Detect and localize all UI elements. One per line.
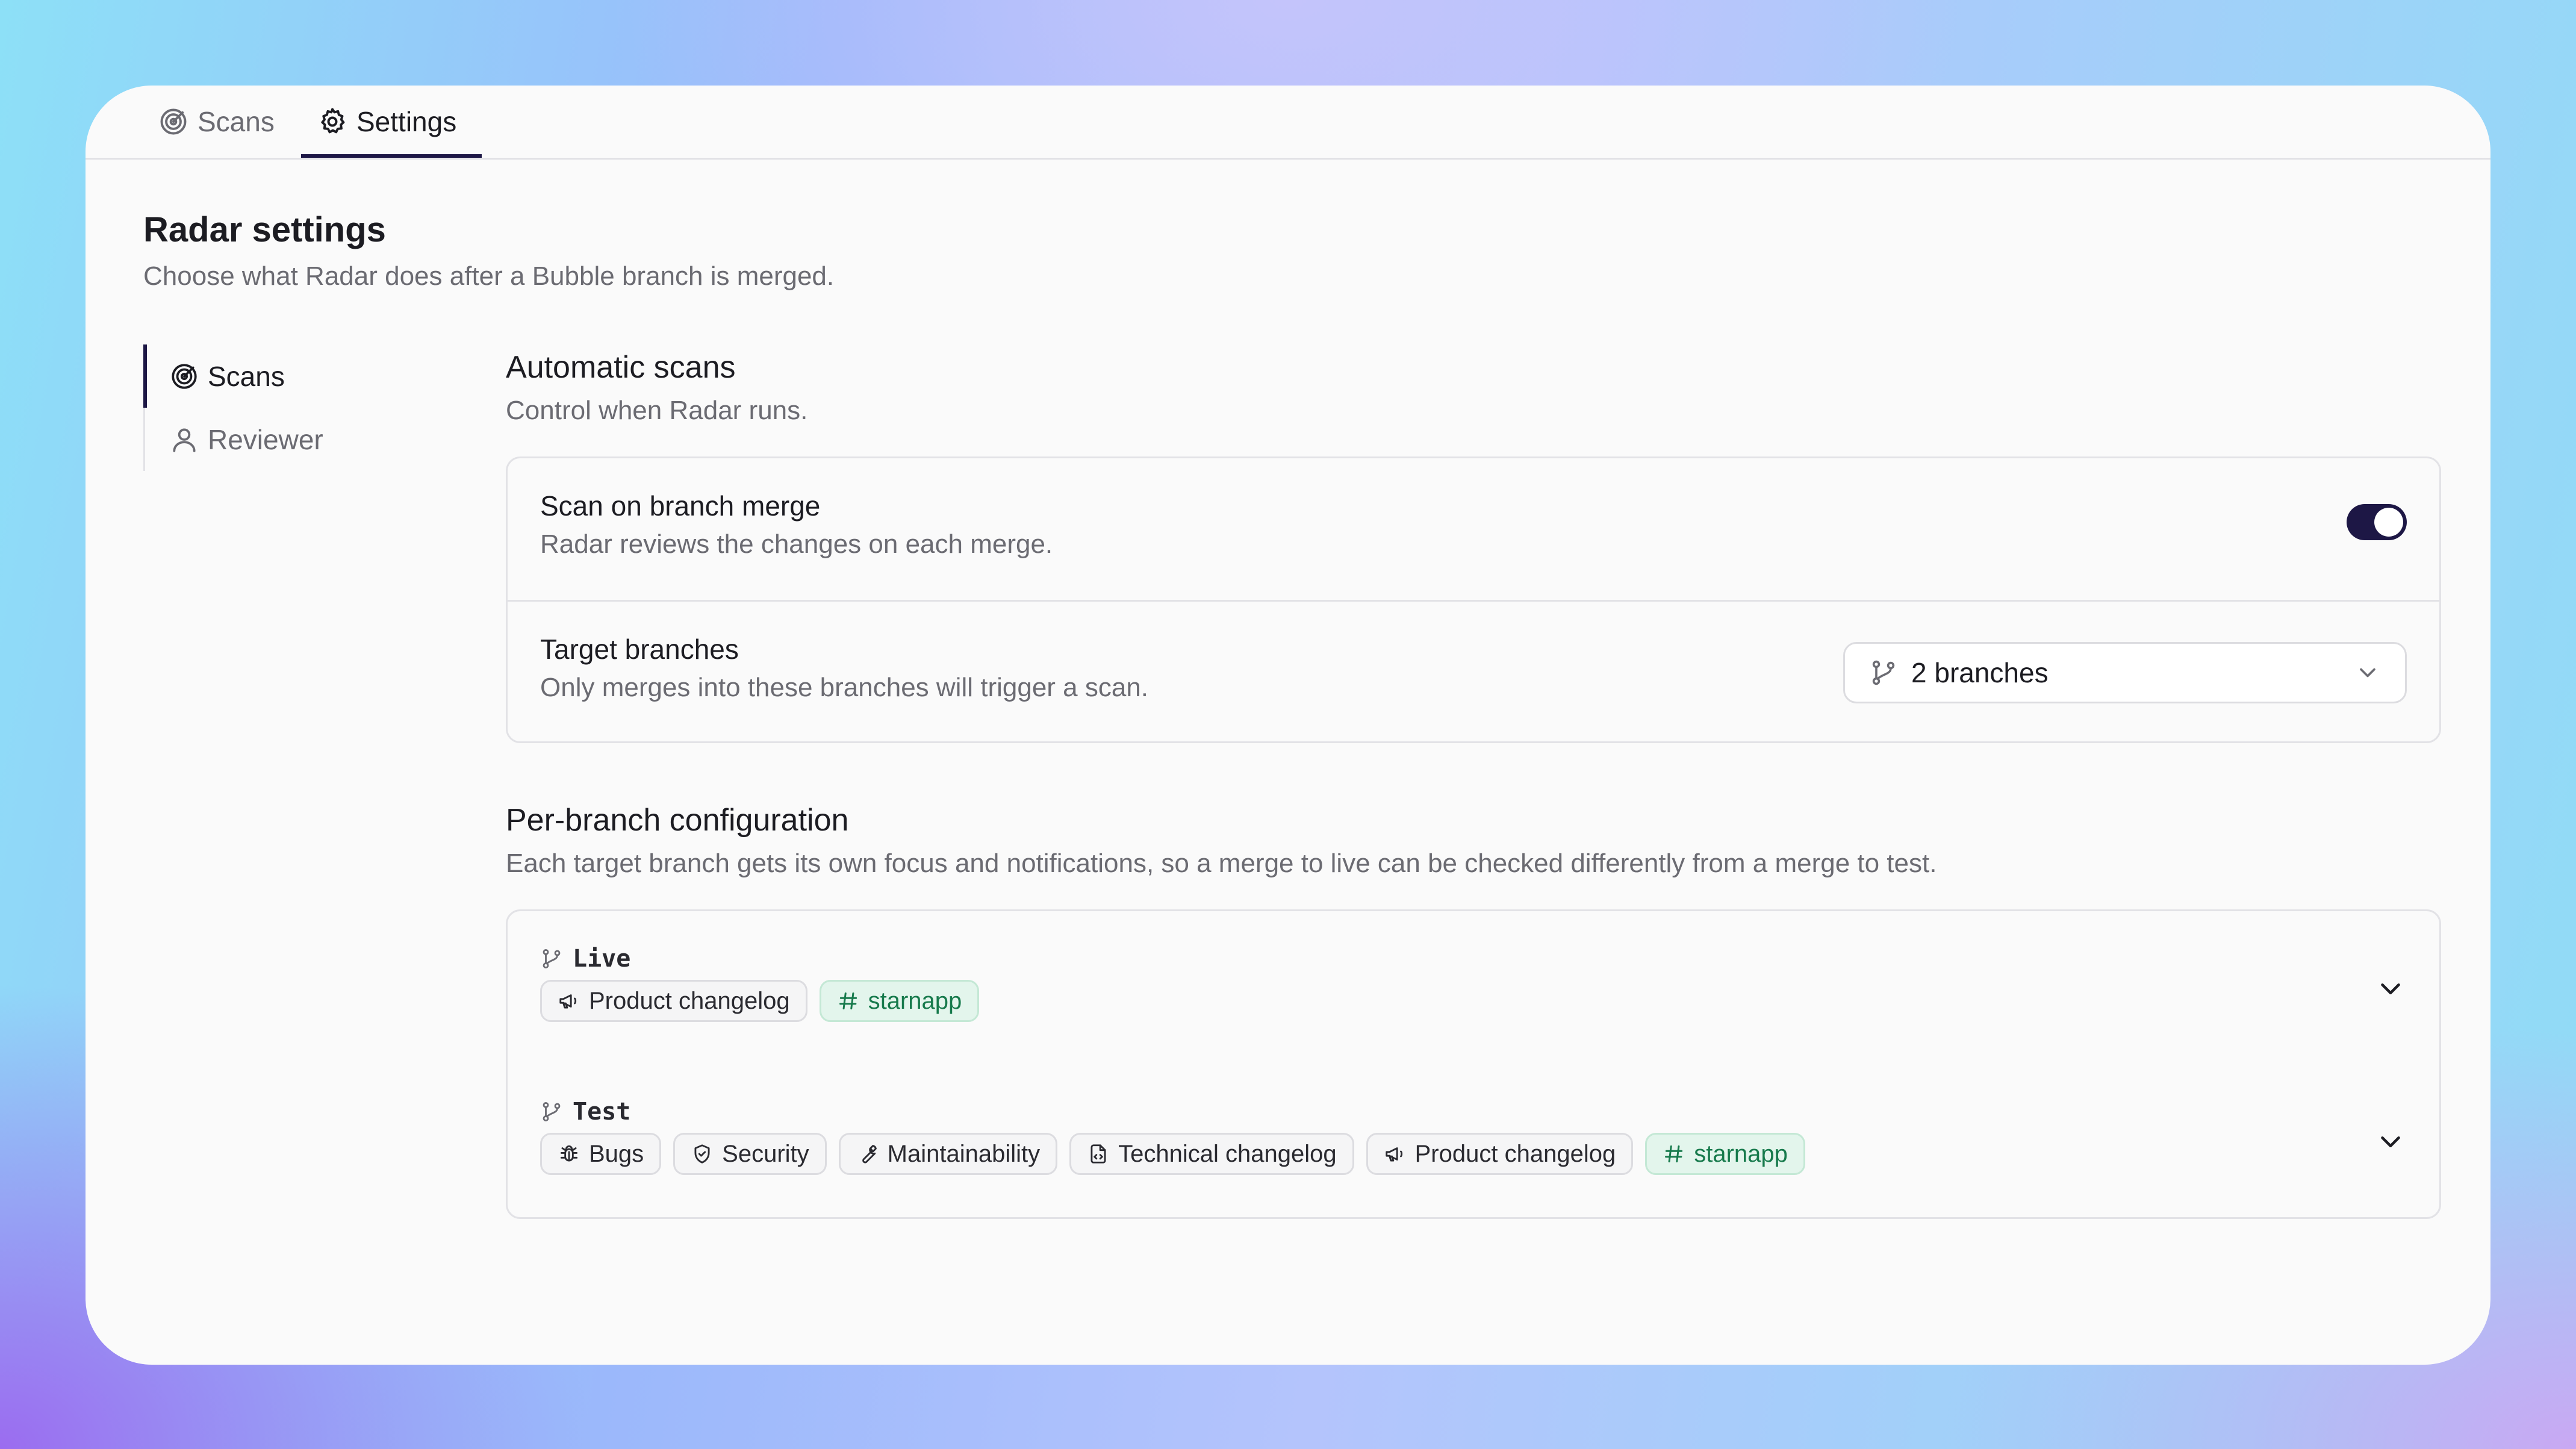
automatic-scans-title: Automatic scans <box>506 350 736 385</box>
side-nav: Scans Reviewer <box>143 344 446 471</box>
shield-icon <box>694 1144 710 1164</box>
chip-label: Technical changelog <box>1118 1140 1337 1167</box>
target-branches-value: 2 branches <box>1911 657 2049 688</box>
chip-label: Security <box>722 1140 809 1167</box>
target-branches-select[interactable]: 2 branches <box>1843 642 2407 703</box>
chevron-down-icon[interactable] <box>2374 1126 2407 1158</box>
sidebar-item-scans[interactable]: Scans <box>169 344 285 408</box>
chip-label: starnapp <box>868 987 962 1014</box>
toggle-knob <box>2374 508 2403 537</box>
per-branch-subtitle: Each target branch gets its own focus an… <box>506 849 1937 878</box>
chevron-down-icon[interactable] <box>2374 973 2407 1005</box>
chip-label: Bugs <box>589 1140 644 1167</box>
megaphone-icon <box>1385 1147 1402 1162</box>
file-code-icon <box>1090 1144 1106 1164</box>
branch-name-text: Test <box>573 1098 631 1126</box>
git-branch-icon <box>543 1102 561 1121</box>
chip-slack-channel: starnapp <box>1645 1133 1805 1175</box>
radar-icon <box>172 363 197 389</box>
branch-chips: Bugs Security Maintainability Technical … <box>540 1133 1805 1175</box>
branch-config-live: Live Product changelog starnapp <box>540 945 2407 1029</box>
chip-security: Security <box>673 1133 827 1175</box>
sidebar-item-label: Scans <box>208 360 285 392</box>
hash-icon <box>1665 1145 1683 1163</box>
branch-chips: Product changelog starnapp <box>540 980 980 1022</box>
automatic-scans-subtitle: Control when Radar runs. <box>506 396 808 425</box>
gear-icon <box>321 108 345 134</box>
per-branch-title: Per-branch configuration <box>506 803 849 838</box>
tab-label: Settings <box>356 106 457 137</box>
radar-icon <box>160 108 187 135</box>
chip-product-changelog: Product changelog <box>1366 1133 1634 1175</box>
megaphone-icon <box>559 994 577 1009</box>
hash-icon <box>839 992 857 1010</box>
tab-settings[interactable]: Settings <box>317 86 456 158</box>
active-tab-indicator <box>301 154 482 158</box>
row-divider <box>508 600 2439 602</box>
git-branch-icon <box>543 949 561 968</box>
branch-name: Test <box>540 1098 630 1126</box>
chip-technical-changelog: Technical changelog <box>1069 1133 1354 1175</box>
chevron-down-icon <box>2360 668 2375 678</box>
side-nav-active-indicator <box>143 344 147 408</box>
scan-on-merge-subtitle: Radar reviews the changes on each merge. <box>540 529 1053 559</box>
automatic-scans-panel: Scan on branch merge Radar reviews the c… <box>506 457 2441 743</box>
page-subtitle: Choose what Radar does after a Bubble br… <box>143 261 835 291</box>
sidebar-item-label: Reviewer <box>208 423 323 455</box>
chip-bugs: Bugs <box>540 1133 662 1175</box>
target-branches-title: Target branches <box>540 634 739 665</box>
branch-config-test: Test Bugs Security Maintainability Techn… <box>540 1098 2407 1182</box>
wrench-icon <box>862 1145 877 1164</box>
chip-slack-channel: starnapp <box>819 980 980 1022</box>
sidebar-item-reviewer[interactable]: Reviewer <box>169 408 323 471</box>
bug-icon <box>560 1145 578 1162</box>
user-icon <box>173 428 196 452</box>
tab-label: Scans <box>198 106 275 137</box>
chip-label: Maintainability <box>887 1140 1041 1167</box>
per-branch-panel: Live Product changelog starnapp Test Bug… <box>506 909 2441 1219</box>
git-branch-icon <box>1872 660 1895 685</box>
tab-scans[interactable]: Scans <box>158 86 275 158</box>
scan-on-merge-title: Scan on branch merge <box>540 490 821 522</box>
chip-product-changelog: Product changelog <box>540 980 807 1022</box>
chip-maintainability: Maintainability <box>838 1133 1058 1175</box>
page-title: Radar settings <box>143 210 386 249</box>
branch-name: Live <box>540 945 630 973</box>
chip-label: Product changelog <box>589 987 790 1014</box>
branch-name-text: Live <box>573 945 631 973</box>
top-nav: Scans Settings <box>86 86 2490 160</box>
chip-label: starnapp <box>1694 1140 1788 1167</box>
chip-label: Product changelog <box>1414 1140 1616 1167</box>
scan-on-merge-toggle[interactable] <box>2347 504 2407 540</box>
settings-window: Scans Settings Radar settings Choose wha… <box>86 86 2490 1365</box>
target-branches-subtitle: Only merges into these branches will tri… <box>540 673 1149 702</box>
